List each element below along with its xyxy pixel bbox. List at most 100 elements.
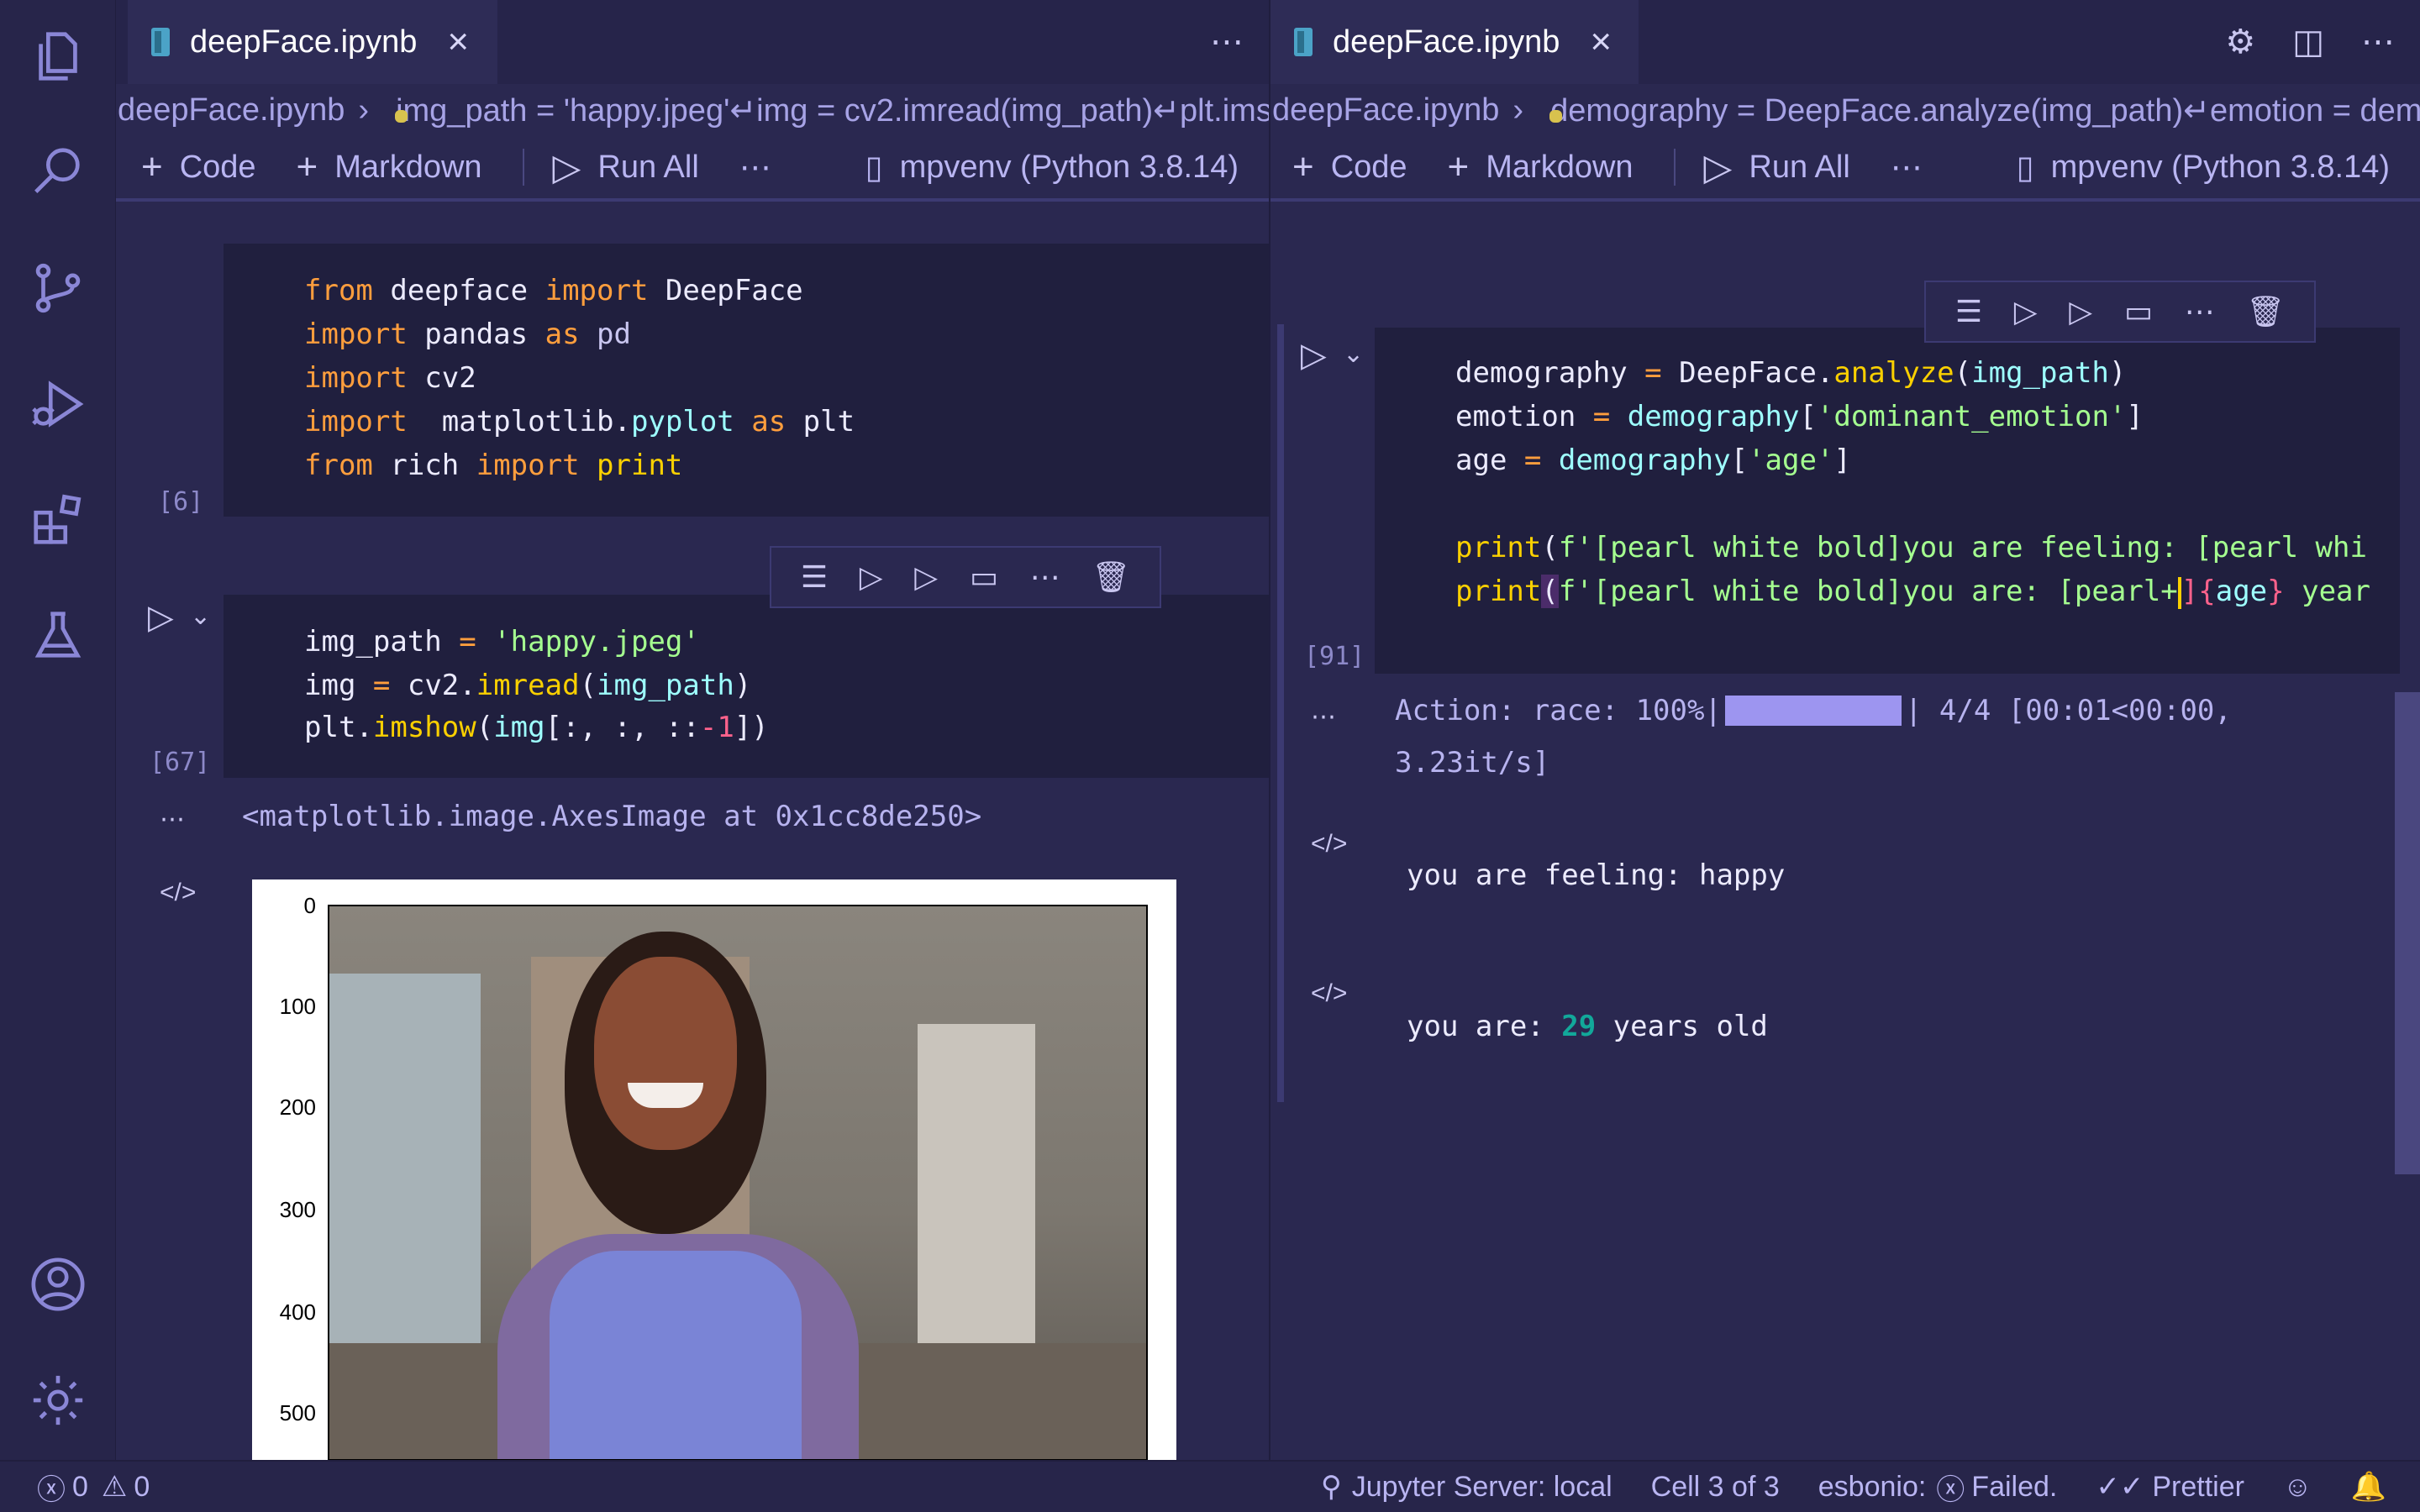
cell-more-icon[interactable]: ⋯ xyxy=(2185,294,2215,329)
run-cell-icon[interactable]: ▷ xyxy=(1301,336,1327,375)
explorer-icon[interactable] xyxy=(25,24,91,89)
run-by-line-icon[interactable]: ☰ xyxy=(1955,294,1982,329)
output-code-icon[interactable]: </> xyxy=(160,879,196,907)
kernel-picker[interactable]: ▯ mpvenv (Python 3.8.14) xyxy=(865,149,1239,186)
add-code-button[interactable]: + Code xyxy=(141,146,256,188)
plus-icon: + xyxy=(1447,146,1470,187)
output-more-icon[interactable]: ⋯ xyxy=(1311,702,1336,732)
toolbar-more-button[interactable]: ⋯ xyxy=(1891,149,1923,186)
chevron-down-icon[interactable]: ⌄ xyxy=(190,601,211,631)
problems-indicator[interactable]: ⓧ 0 ⚠ 0 xyxy=(37,1467,150,1508)
output-code-icon[interactable]: </> xyxy=(1311,830,1347,858)
warning-count: 0 xyxy=(134,1470,150,1503)
output-code-icon[interactable]: </> xyxy=(1311,979,1347,1008)
manage-gear-icon[interactable] xyxy=(25,1368,91,1433)
code-line: print(f'[pearl white bold]you are: [pear… xyxy=(1455,575,2370,609)
execution-count: [6] xyxy=(158,487,204,517)
bell-icon[interactable]: 🔔 xyxy=(2351,1470,2386,1504)
add-code-button[interactable]: + Code xyxy=(1292,146,1407,188)
code-line: import matplotlib.pyplot as plt xyxy=(304,405,855,438)
breadcrumb-file[interactable]: deepFace.ipynb xyxy=(1272,92,1499,129)
breadcrumb-symbol[interactable]: demography = DeepFace.analyze(img_path)↵… xyxy=(1550,92,2420,129)
cell-toolbar: ☰ ▷ ▷ ▭ ⋯ 🗑 xyxy=(1924,281,2316,343)
jupyter-server-status[interactable]: ⚲ Jupyter Server: local xyxy=(1321,1470,1612,1504)
tab-bar: deepFace.ipynb × ⋯ xyxy=(116,0,1269,84)
output-more-icon[interactable]: ⋯ xyxy=(160,805,185,834)
close-icon[interactable]: × xyxy=(447,24,469,60)
cell-more-icon[interactable]: ⋯ xyxy=(1030,559,1060,595)
run-above-icon[interactable]: ▷ xyxy=(2014,294,2038,329)
progress-fill xyxy=(1724,696,1902,726)
run-debug-icon[interactable] xyxy=(25,371,91,437)
plus-icon: + xyxy=(1292,146,1314,187)
close-icon[interactable]: × xyxy=(1590,24,1612,60)
kernel-picker[interactable]: ▯ mpvenv (Python 3.8.14) xyxy=(2017,149,2390,186)
run-all-button[interactable]: ▷ Run All xyxy=(553,146,699,189)
face xyxy=(594,957,737,1150)
run-above-icon[interactable]: ▷ xyxy=(860,559,883,595)
split-cell-icon[interactable]: ▭ xyxy=(2124,294,2153,329)
testing-icon[interactable] xyxy=(25,603,91,669)
progress-suffix: | 4/4 [00:01<00:00, xyxy=(1904,694,2232,727)
delete-icon[interactable]: 🗑 xyxy=(2246,294,2285,329)
run-cell-icon[interactable]: ▷ xyxy=(148,598,174,637)
output-age: you are: 29 years old xyxy=(1407,1010,1768,1043)
tab-bar: deepFace.ipynb × ⚙ ◫ ⋯ xyxy=(1270,0,2420,84)
add-code-label: Code xyxy=(1330,149,1407,185)
y-tick: 300 xyxy=(279,1197,316,1222)
feedback-icon[interactable]: ☺ xyxy=(2283,1471,2312,1504)
plug-icon: ⚲ xyxy=(1320,1471,1342,1503)
add-code-label: Code xyxy=(179,149,256,185)
y-tick: 0 xyxy=(303,893,316,918)
code-cell-3[interactable]: demography = DeepFace.analyze(img_path) … xyxy=(1375,328,2400,674)
scrollbar-thumb[interactable] xyxy=(2395,692,2420,1174)
tab-deepface-left[interactable]: deepFace.ipynb × xyxy=(128,0,497,84)
more-actions-icon[interactable]: ⋯ xyxy=(2361,23,2395,61)
code-line: img = cv2.imread(img_path) xyxy=(304,669,752,702)
more-actions-icon[interactable]: ⋯ xyxy=(1210,23,1244,61)
breadcrumb-file[interactable]: deepFace.ipynb xyxy=(118,92,345,129)
breadcrumb-symbol[interactable]: img_path = 'happy.jpeg'↵img = cv2.imread… xyxy=(396,92,1269,129)
cell-toolbar: ☰ ▷ ▷ ▭ ⋯ 🗑 xyxy=(770,546,1161,608)
split-editor-icon[interactable]: ◫ xyxy=(2292,23,2324,61)
plus-icon: + xyxy=(296,146,318,187)
breadcrumb: deepFace.ipynb › demography = DeepFace.a… xyxy=(1270,84,2420,136)
delete-icon[interactable]: 🗑 xyxy=(1092,559,1130,595)
run-below-icon[interactable]: ▷ xyxy=(914,559,938,595)
extensions-icon[interactable] xyxy=(25,487,91,553)
code-cell-2[interactable]: img_path = 'happy.jpeg' img = cv2.imread… xyxy=(224,595,1269,778)
notebook-toolbar: + Code + Markdown ▷ Run All ⋯ ▯ mpvenv (Pyth… xyxy=(116,136,1269,202)
run-below-icon[interactable]: ▷ xyxy=(2069,294,2092,329)
tab-deepface-right[interactable]: deepFace.ipynb × xyxy=(1270,0,1639,84)
cell-position[interactable]: Cell 3 of 3 xyxy=(1651,1471,1780,1504)
add-markdown-button[interactable]: + Markdown xyxy=(1448,146,1634,188)
editor-group-right: deepFace.ipynb × ⚙ ◫ ⋯ deepFace.ipynb › … xyxy=(1269,0,2420,1460)
progress-rate: 3.23it/s] xyxy=(1395,746,1550,780)
cell-focus-indicator xyxy=(1277,324,1284,1102)
split-cell-icon[interactable]: ▭ xyxy=(970,559,998,595)
esbonio-label: esbonio: xyxy=(1818,1470,1927,1503)
kernel-icon: ▯ xyxy=(2016,150,2034,186)
toolbar-more-button[interactable]: ⋯ xyxy=(739,149,771,186)
execution-count: [91] xyxy=(1304,642,1365,671)
error-icon: ⓧ xyxy=(37,1473,66,1506)
activity-bar xyxy=(0,0,116,1460)
run-all-button[interactable]: ▷ Run All xyxy=(1704,146,1850,189)
esbonio-status[interactable]: esbonio: ⓧ Failed. xyxy=(1818,1467,2058,1508)
source-control-icon[interactable] xyxy=(25,255,91,321)
photo-axes xyxy=(328,905,1148,1460)
search-icon[interactable] xyxy=(25,139,91,205)
output-feeling: you are feeling: happy xyxy=(1407,858,1786,892)
code-cell-1[interactable]: from deepface import DeepFace import pan… xyxy=(224,244,1269,517)
run-by-line-icon[interactable]: ☰ xyxy=(801,559,828,595)
y-tick: 500 xyxy=(279,1400,316,1425)
prettier-status[interactable]: ✓✓ Prettier xyxy=(2096,1470,2244,1504)
gear-icon[interactable]: ⚙ xyxy=(2225,23,2255,61)
check-icon: ✓✓ xyxy=(2096,1471,2144,1503)
account-icon[interactable] xyxy=(25,1252,91,1317)
add-markdown-button[interactable]: + Markdown xyxy=(297,146,482,188)
kernel-label: mpvenv (Python 3.8.14) xyxy=(899,149,1239,185)
toolbar-divider xyxy=(522,149,524,186)
chevron-down-icon[interactable]: ⌄ xyxy=(1343,339,1364,369)
notebook-toolbar: + Code + Markdown ▷ Run All ⋯ ▯ mpvenv (Pyth… xyxy=(1270,136,2420,202)
